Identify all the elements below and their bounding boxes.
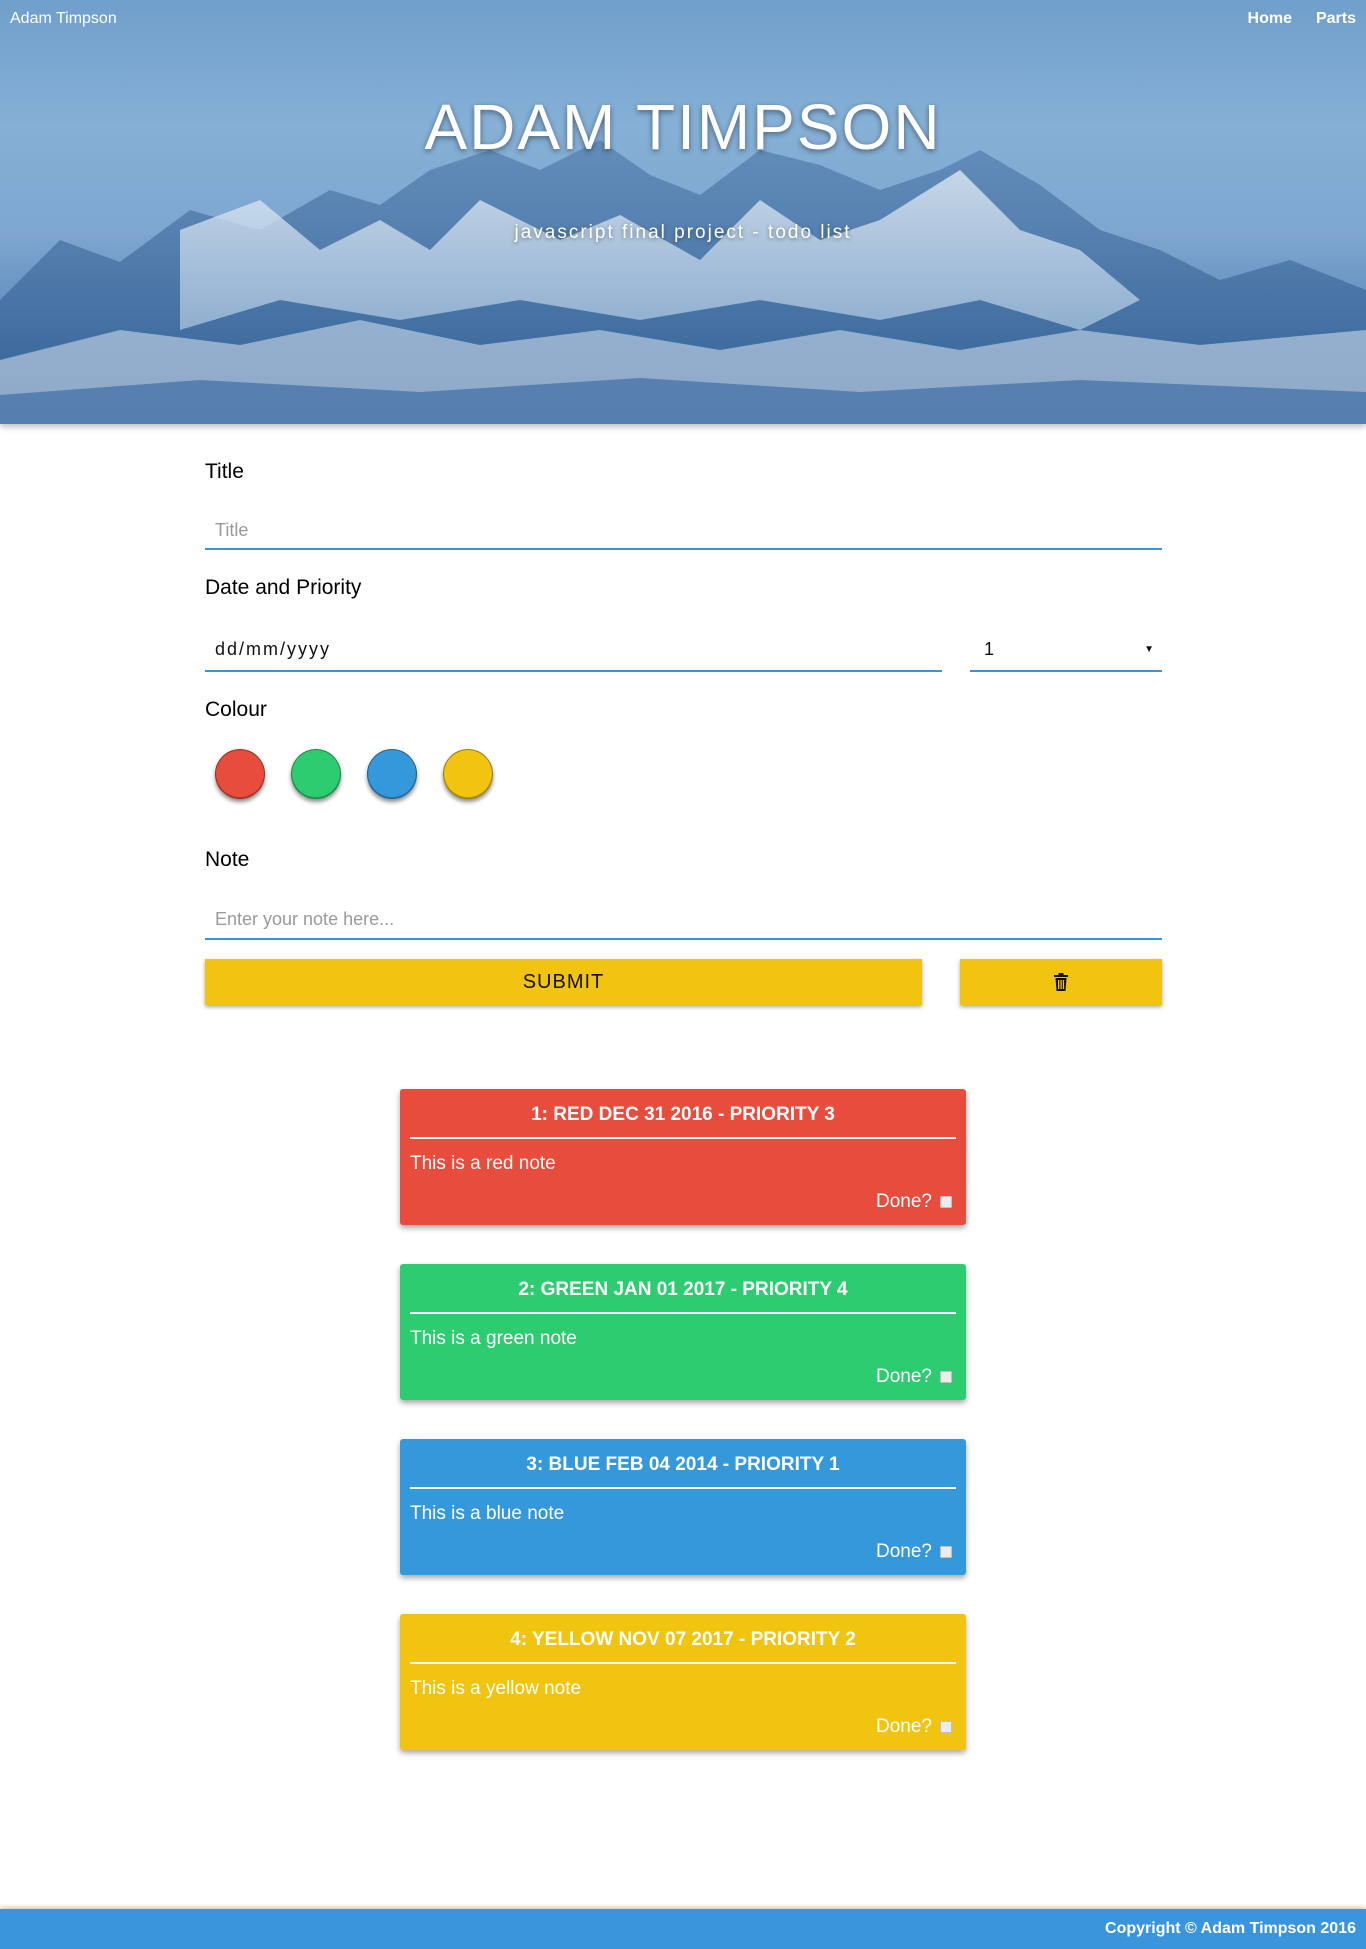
note-heading: 1: RED DEC 31 2016 - PRIORITY 3: [410, 1103, 956, 1139]
done-label: Done?: [876, 1716, 932, 1737]
top-nav: Home Parts: [1248, 10, 1356, 28]
page-subtitle: javascript final project - todo list: [514, 222, 852, 243]
hero-banner: Adam Timpson Home Parts ADAM TIMPSON jav…: [0, 0, 1366, 424]
done-checkbox[interactable]: [940, 1196, 952, 1208]
brand-name[interactable]: Adam Timpson: [10, 10, 117, 28]
priority-select[interactable]: 1 ▼: [970, 628, 1162, 672]
note-heading: 2: GREEN JAN 01 2017 - PRIORITY 4: [410, 1278, 956, 1314]
done-checkbox[interactable]: [940, 1546, 952, 1558]
trash-icon: [1054, 973, 1068, 991]
submit-button[interactable]: SUBMIT: [205, 959, 922, 1005]
note-body: This is a red note: [410, 1153, 556, 1174]
done-checkbox[interactable]: [940, 1721, 952, 1733]
colour-picker: [215, 749, 493, 799]
done-label: Done?: [876, 1191, 932, 1212]
priority-selected-value: 1: [984, 638, 995, 659]
delete-button[interactable]: [960, 959, 1162, 1005]
note-card-blue: 3: BLUE FEB 04 2014 - PRIORITY 1 This is…: [400, 1439, 966, 1575]
title-label: Title: [205, 460, 244, 483]
done-label: Done?: [876, 1366, 932, 1387]
note-label: Note: [205, 848, 250, 871]
colour-swatch-red[interactable]: [215, 749, 265, 799]
note-done-toggle: Done?: [876, 1191, 952, 1213]
dropdown-arrow-icon: ▼: [1144, 643, 1154, 655]
note-body: This is a green note: [410, 1328, 577, 1349]
note-done-toggle: Done?: [876, 1716, 952, 1738]
copyright-text: Copyright © Adam Timpson 2016: [1105, 1920, 1356, 1937]
colour-swatch-blue[interactable]: [367, 749, 417, 799]
colour-label: Colour: [205, 698, 267, 721]
title-input[interactable]: [205, 512, 1162, 550]
note-body: This is a yellow note: [410, 1678, 582, 1699]
page-title: ADAM TIMPSON: [424, 91, 942, 163]
note-card-yellow: 4: YELLOW NOV 07 2017 - PRIORITY 2 This …: [400, 1614, 966, 1750]
note-input[interactable]: [205, 900, 1162, 940]
nav-home-link[interactable]: Home: [1248, 10, 1292, 28]
footer: Copyright © Adam Timpson 2016: [0, 1909, 1366, 1949]
done-label: Done?: [876, 1541, 932, 1562]
nav-parts-link[interactable]: Parts: [1316, 10, 1356, 28]
colour-swatch-green[interactable]: [291, 749, 341, 799]
done-checkbox[interactable]: [940, 1371, 952, 1383]
date-input[interactable]: dd/mm/yyyy: [205, 628, 942, 672]
note-heading: 4: YELLOW NOV 07 2017 - PRIORITY 2: [410, 1628, 956, 1664]
note-heading: 3: BLUE FEB 04 2014 - PRIORITY 1: [410, 1453, 956, 1489]
colour-swatch-yellow[interactable]: [443, 749, 493, 799]
note-card-red: 1: RED DEC 31 2016 - PRIORITY 3 This is …: [400, 1089, 966, 1225]
note-done-toggle: Done?: [876, 1541, 952, 1563]
date-priority-label: Date and Priority: [205, 576, 362, 599]
note-done-toggle: Done?: [876, 1366, 952, 1388]
note-card-green: 2: GREEN JAN 01 2017 - PRIORITY 4 This i…: [400, 1264, 966, 1400]
note-body: This is a blue note: [410, 1503, 565, 1524]
mountain-background-image: [0, 140, 1366, 424]
